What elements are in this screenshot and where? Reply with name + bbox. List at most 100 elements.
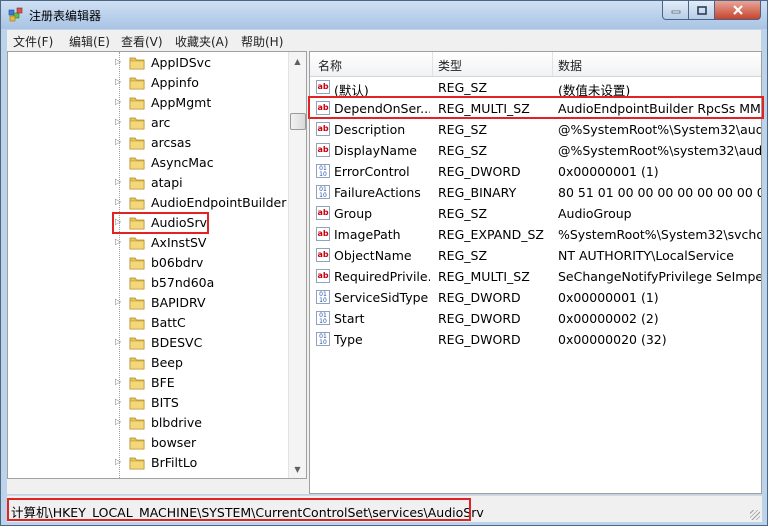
value-row[interactable]: 01 10 ErrorControl REG_DWORD 0x00000001 (1) xyxy=(310,161,761,182)
tree-horizontal-scrollbar[interactable] xyxy=(7,479,307,494)
tree-item[interactable]: b57nd60a xyxy=(8,273,288,293)
maximize-button[interactable] xyxy=(689,1,715,20)
column-divider[interactable] xyxy=(432,52,433,76)
tree-item[interactable]: Beep xyxy=(8,353,288,373)
tree-item[interactable]: ▷ arcsas xyxy=(8,133,288,153)
value-data: @%SystemRoot%\System32\audio xyxy=(558,122,762,137)
expand-arrow-icon[interactable]: ▷ xyxy=(115,217,123,227)
value-type: REG_SZ xyxy=(438,143,488,158)
expand-arrow-icon[interactable]: ▷ xyxy=(115,297,123,307)
tree-item[interactable]: AsyncMac xyxy=(8,153,288,173)
expand-arrow-icon[interactable]: ▷ xyxy=(115,177,123,187)
tree-item[interactable]: ▷ BrFiltLo xyxy=(8,453,288,473)
column-name[interactable]: 名称 xyxy=(318,57,342,74)
tree-vertical-scrollbar[interactable]: ▲ ▼ xyxy=(288,52,306,478)
folder-icon xyxy=(129,237,145,250)
tree-item[interactable]: ▷ arc xyxy=(8,113,288,133)
value-row[interactable]: 01 10 Type REG_DWORD 0x00000020 (32) xyxy=(310,329,761,350)
minimize-button[interactable] xyxy=(662,1,689,20)
tree-item[interactable]: ▷ AxInstSV xyxy=(8,233,288,253)
key-tree[interactable]: ▷ AppIDSvc ▷ Appinfo ▷ AppMgmt ▷ arc ▷ arcsas Asyn… xyxy=(7,51,307,479)
value-row[interactable]: 01 10 FailureActions REG_BINARY 80 51 01 00 … xyxy=(310,182,761,203)
tree-item-label: atapi xyxy=(151,175,183,190)
expand-arrow-icon[interactable]: ▷ xyxy=(115,337,123,347)
tree-item[interactable]: bowser xyxy=(8,433,288,453)
expand-arrow-icon[interactable]: ▷ xyxy=(115,137,123,147)
value-name: ErrorControl xyxy=(334,164,410,179)
value-data: 0x00000020 (32) xyxy=(558,332,667,347)
resize-grip[interactable] xyxy=(750,510,760,520)
expand-arrow-icon[interactable]: ▷ xyxy=(115,197,123,207)
value-data: SeChangeNotifyPrivilege SeImpers xyxy=(558,269,762,284)
expand-arrow-icon[interactable]: ▷ xyxy=(115,457,123,467)
expand-arrow-icon[interactable]: ▷ xyxy=(115,97,123,107)
value-row[interactable]: 01 10 Start REG_DWORD 0x00000002 (2) xyxy=(310,308,761,329)
menu-edit[interactable]: 编辑(E) xyxy=(69,33,110,50)
value-data: 0x00000002 (2) xyxy=(558,311,659,326)
tree-item-label: AppIDSvc xyxy=(151,55,211,70)
menu-file[interactable]: 文件(F) xyxy=(13,33,53,50)
value-row[interactable]: ab (默认) REG_SZ (数值未设置) xyxy=(310,77,761,98)
value-data: AudioEndpointBuilder RpcSs MMC xyxy=(558,101,762,116)
value-row[interactable]: ab DependOnSer... REG_MULTI_SZ AudioEndpoin… xyxy=(310,98,762,119)
binary-value-icon: 01 10 xyxy=(316,185,330,199)
menu-favorites[interactable]: 收藏夹(A) xyxy=(175,33,229,50)
string-value-icon: ab xyxy=(316,122,330,136)
tree-item[interactable]: ▷ Appinfo xyxy=(8,73,288,93)
value-list[interactable]: 名称 类型 数据 ab (默认) REG_SZ (数值未设置) ab DependOnSe… xyxy=(309,51,762,494)
value-row[interactable]: ab ImagePath REG_EXPAND_SZ %SystemRoot%\Sys… xyxy=(310,224,761,245)
tree-item[interactable]: b06bdrv xyxy=(8,253,288,273)
string-value-icon: ab xyxy=(316,101,330,115)
tree-item[interactable]: ▷ AppMgmt xyxy=(8,93,288,113)
expand-arrow-icon[interactable]: ▷ xyxy=(115,117,123,127)
window-controls xyxy=(662,1,761,21)
value-row[interactable]: ab ObjectName REG_SZ NT AUTHORITY\LocalServ… xyxy=(310,245,761,266)
value-data: 0x00000001 (1) xyxy=(558,164,659,179)
value-row[interactable]: ab RequiredPrivile... REG_MULTI_SZ SeChange… xyxy=(310,266,762,287)
tree-item-label: Appinfo xyxy=(151,75,199,90)
tree-item[interactable]: ▷ BITS xyxy=(8,393,288,413)
tree-item[interactable]: ▷ BFE xyxy=(8,373,288,393)
tree-item[interactable]: ▷ AppIDSvc xyxy=(8,53,288,73)
tree-item[interactable]: ▷ BAPIDRV xyxy=(8,293,288,313)
expand-arrow-icon[interactable]: ▷ xyxy=(115,377,123,387)
column-type[interactable]: 类型 xyxy=(438,57,462,74)
value-row[interactable]: 01 10 ServiceSidType REG_DWORD 0x00000001 (1… xyxy=(310,287,761,308)
value-type: REG_BINARY xyxy=(438,185,517,200)
tree-item[interactable]: BattC xyxy=(8,313,288,333)
expand-arrow-icon[interactable]: ▷ xyxy=(115,417,123,427)
column-data[interactable]: 数据 xyxy=(558,57,582,74)
tree-item-label: BITS xyxy=(151,395,179,410)
tree-item[interactable]: ▷ AudioSrv xyxy=(8,213,288,233)
tree-item-label: AudioSrv xyxy=(149,215,209,230)
tree-item-label: arc xyxy=(151,115,171,130)
folder-icon xyxy=(129,377,145,390)
tree-item-label: arcsas xyxy=(151,135,192,150)
value-row[interactable]: ab DisplayName REG_SZ @%SystemRoot%\system3… xyxy=(310,140,761,161)
expand-arrow-icon[interactable]: ▷ xyxy=(115,77,123,87)
folder-icon xyxy=(129,257,145,270)
value-row[interactable]: ab Group REG_SZ AudioGroup xyxy=(310,203,761,224)
value-name: Group xyxy=(334,206,373,221)
value-name: Description xyxy=(334,122,406,137)
value-name: DisplayName xyxy=(334,143,417,158)
value-row[interactable]: ab Description REG_SZ @%SystemRoot%\System3… xyxy=(310,119,762,140)
column-header: 名称 类型 数据 xyxy=(310,52,761,77)
expand-arrow-icon[interactable]: ▷ xyxy=(115,237,123,247)
tree-item[interactable]: ▷ BDESVC xyxy=(8,333,288,353)
tree-item[interactable]: ▷ atapi xyxy=(8,173,288,193)
close-button[interactable] xyxy=(715,1,761,20)
menu-help[interactable]: 帮助(H) xyxy=(241,33,283,50)
tree-item-label: b06bdrv xyxy=(151,255,204,270)
tree-item[interactable]: ▷ blbdrive xyxy=(8,413,288,433)
scroll-down-button[interactable]: ▼ xyxy=(290,461,305,477)
title-bar[interactable]: 注册表编辑器 xyxy=(1,1,767,29)
column-divider[interactable] xyxy=(552,52,553,76)
scroll-up-button[interactable]: ▲ xyxy=(290,53,305,69)
expand-arrow-icon[interactable]: ▷ xyxy=(115,397,123,407)
menu-view[interactable]: 查看(V) xyxy=(121,33,163,50)
expand-arrow-icon[interactable]: ▷ xyxy=(115,57,123,67)
tree-item[interactable]: ▷ AudioEndpointBuilder xyxy=(8,193,288,213)
scroll-thumb[interactable] xyxy=(290,113,306,130)
tree-item-label: AppMgmt xyxy=(151,95,212,110)
